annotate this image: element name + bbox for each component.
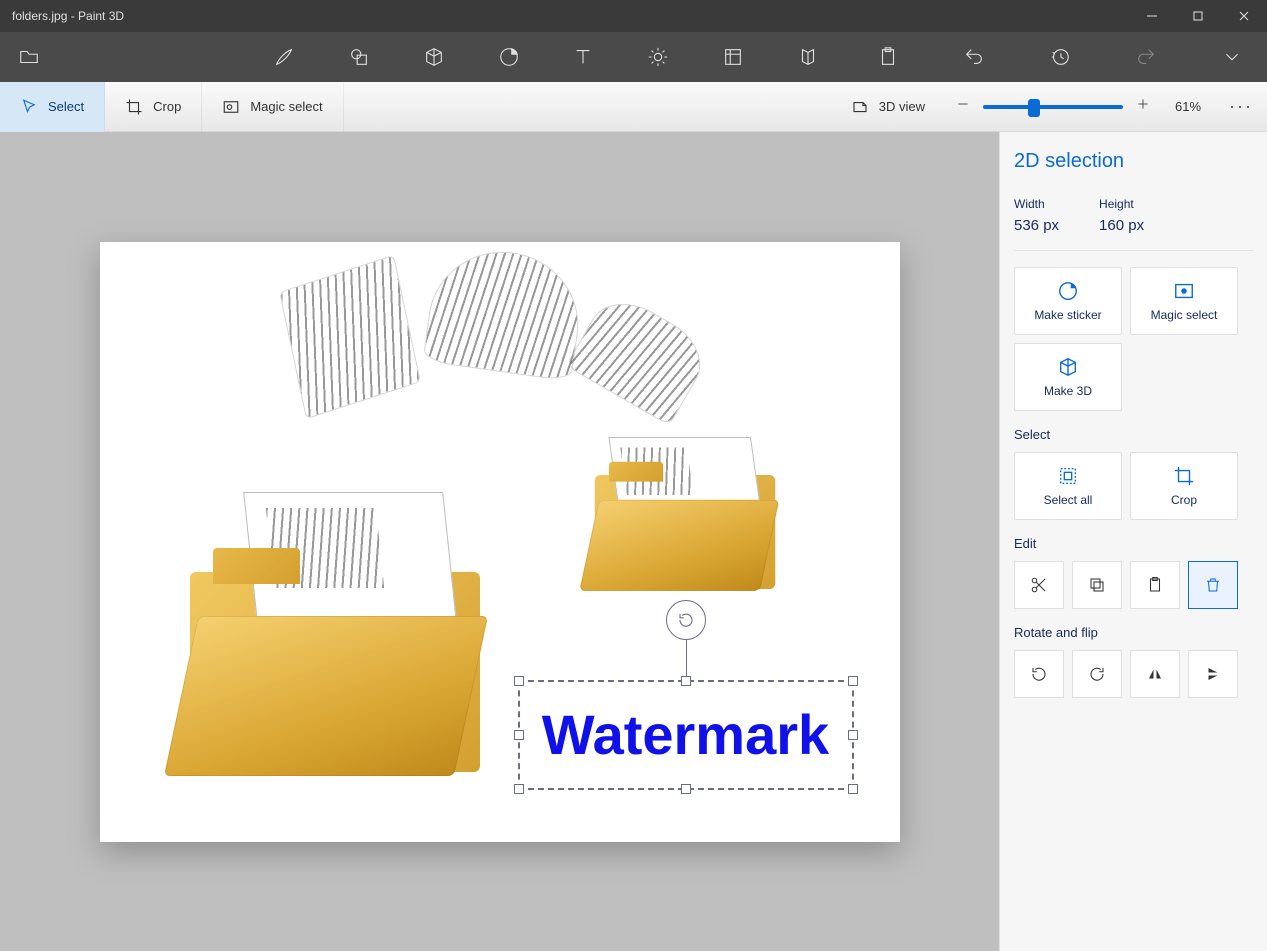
brushes-icon[interactable] — [267, 32, 302, 82]
watermark-text[interactable]: Watermark — [528, 694, 844, 776]
title-bar: folders.jpg - Paint 3D — [0, 0, 1267, 32]
main-ribbon — [0, 32, 1267, 82]
rotate-right-button[interactable] — [1072, 650, 1122, 698]
zoom-in-button[interactable] — [1135, 96, 1151, 117]
canvas-icon[interactable] — [715, 32, 750, 82]
select-all-icon — [1057, 465, 1079, 487]
width-value: 536 px — [1014, 217, 1059, 234]
make-3d-label: Make 3D — [1044, 384, 1092, 398]
2d-shapes-icon[interactable] — [342, 32, 377, 82]
3d-library-icon[interactable] — [790, 32, 825, 82]
workspace: Watermark 2D selection Width 536 px — [0, 132, 1267, 951]
3d-shapes-icon[interactable] — [416, 32, 451, 82]
rotate-left-button[interactable] — [1014, 650, 1064, 698]
redo-icon[interactable] — [1123, 32, 1169, 82]
effects-icon[interactable] — [641, 32, 676, 82]
crop-tool[interactable]: Crop — [105, 82, 202, 132]
select-label: Select — [48, 99, 84, 114]
width-label: Width — [1014, 197, 1059, 211]
select-tool[interactable]: Select — [0, 82, 105, 132]
undo-icon[interactable] — [951, 32, 997, 82]
make-sticker-label: Make sticker — [1034, 308, 1101, 322]
rotation-handle[interactable] — [666, 600, 706, 640]
handle-bl[interactable] — [514, 784, 524, 794]
app-window: folders.jpg - Paint 3D Select — [0, 0, 1267, 951]
handle-tm[interactable] — [681, 676, 691, 686]
magic-select-icon — [1173, 280, 1195, 302]
window-title: folders.jpg - Paint 3D — [12, 9, 124, 23]
handle-ml[interactable] — [514, 730, 524, 740]
handle-tr[interactable] — [848, 676, 858, 686]
zoom-value: 61% — [1161, 99, 1215, 114]
rotate-left-icon — [1030, 665, 1048, 683]
handle-mr[interactable] — [848, 730, 858, 740]
expand-icon[interactable] — [1209, 32, 1255, 82]
menu-file-icon[interactable] — [12, 32, 47, 82]
cube-icon — [1057, 356, 1079, 378]
magic-select-button[interactable]: Magic select — [1130, 267, 1238, 335]
selection-box[interactable]: Watermark — [518, 680, 854, 790]
copy-button[interactable] — [1072, 561, 1122, 609]
minimize-button[interactable] — [1129, 0, 1175, 32]
side-panel: 2D selection Width 536 px Height 160 px … — [999, 132, 1267, 951]
crop-button[interactable]: Crop — [1130, 452, 1238, 520]
magic-select-tool[interactable]: Magic select — [202, 82, 343, 132]
paste-icon[interactable] — [865, 32, 911, 82]
delete-button[interactable] — [1188, 561, 1238, 609]
zoom-out-button[interactable] — [955, 96, 971, 117]
magic-select-label: Magic select — [250, 99, 322, 114]
make-3d-button[interactable]: Make 3D — [1014, 343, 1122, 411]
flip-horizontal-button[interactable] — [1130, 650, 1180, 698]
history-icon[interactable] — [1037, 32, 1083, 82]
trash-icon — [1204, 576, 1222, 594]
crop-panel-label: Crop — [1171, 493, 1197, 507]
paste-button[interactable] — [1130, 561, 1180, 609]
select-all-label: Select all — [1044, 493, 1093, 507]
more-options-button[interactable]: ··· — [1215, 96, 1267, 117]
cut-button[interactable] — [1014, 561, 1064, 609]
flip-vertical-button[interactable] — [1188, 650, 1238, 698]
make-sticker-button[interactable]: Make sticker — [1014, 267, 1122, 335]
stickers-icon[interactable] — [491, 32, 526, 82]
magic-select-panel-label: Magic select — [1151, 308, 1218, 322]
maximize-button[interactable] — [1175, 0, 1221, 32]
3d-view-tool[interactable]: 3D view — [831, 82, 945, 132]
copy-icon — [1088, 576, 1106, 594]
handle-tl[interactable] — [514, 676, 524, 686]
crop-icon — [1173, 465, 1195, 487]
3d-view-label: 3D view — [879, 99, 925, 114]
edit-section-label: Edit — [1014, 536, 1253, 551]
crop-label: Crop — [153, 99, 181, 114]
rotate-right-icon — [1088, 665, 1106, 683]
select-all-button[interactable]: Select all — [1014, 452, 1122, 520]
canvas[interactable]: Watermark — [100, 242, 900, 842]
rotate-section-label: Rotate and flip — [1014, 625, 1253, 640]
paste-panel-icon — [1146, 576, 1164, 594]
tool-row: Select Crop Magic select 3D view 61% ··· — [0, 82, 1267, 132]
handle-br[interactable] — [848, 784, 858, 794]
select-section-label: Select — [1014, 427, 1253, 442]
scissors-icon — [1030, 576, 1048, 594]
zoom-slider[interactable] — [983, 105, 1123, 109]
zoom-controls — [945, 96, 1161, 117]
height-value: 160 px — [1099, 217, 1144, 234]
sticker-icon — [1057, 280, 1079, 302]
flip-v-icon — [1204, 665, 1222, 683]
panel-title: 2D selection — [1014, 150, 1253, 173]
flip-h-icon — [1146, 665, 1164, 683]
rotation-stem — [686, 640, 687, 676]
height-label: Height — [1099, 197, 1144, 211]
close-button[interactable] — [1221, 0, 1267, 32]
canvas-area[interactable]: Watermark — [0, 132, 999, 951]
text-icon[interactable] — [566, 32, 601, 82]
handle-bm[interactable] — [681, 784, 691, 794]
